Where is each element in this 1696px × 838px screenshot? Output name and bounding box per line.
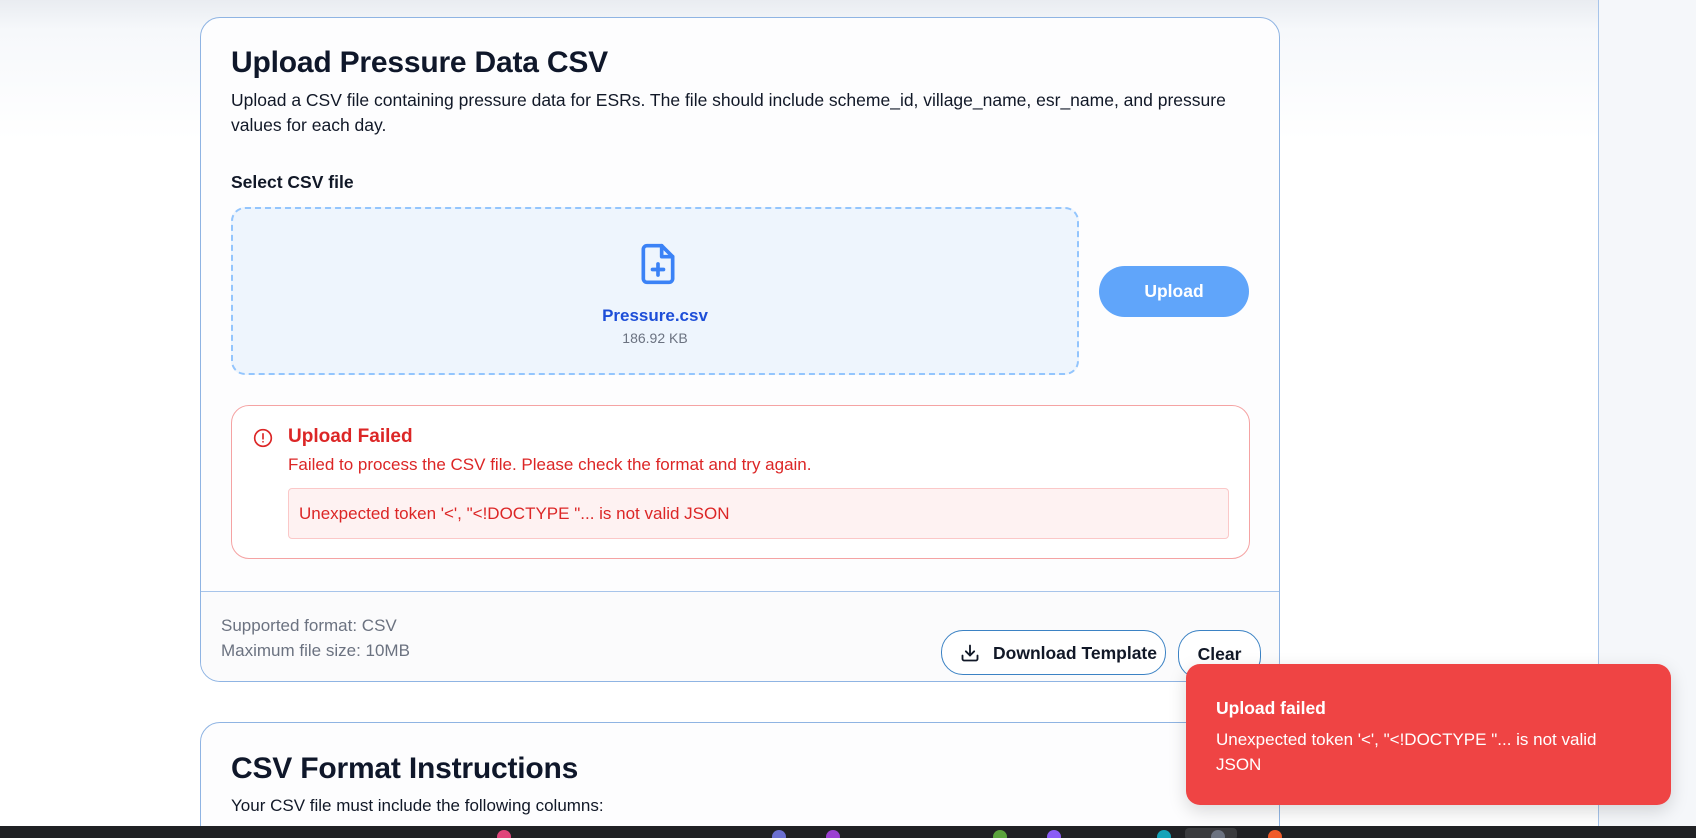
max-file-size-text: Maximum file size: 10MB bbox=[221, 641, 410, 660]
taskbar-app-icon[interactable] bbox=[497, 830, 511, 838]
taskbar-app-icon[interactable] bbox=[826, 830, 840, 838]
toast-title: Upload failed bbox=[1216, 698, 1326, 718]
upload-error-alert: Upload Failed Failed to process the CSV … bbox=[231, 405, 1250, 559]
file-dropzone[interactable]: Pressure.csv 186.92 KB bbox=[231, 207, 1079, 375]
select-file-label: Select CSV file bbox=[231, 172, 354, 192]
error-detail: Unexpected token '<', "<!DOCTYPE "... is… bbox=[288, 488, 1229, 539]
toast-message: Unexpected token '<', "<!DOCTYPE "... is… bbox=[1216, 730, 1597, 774]
taskbar-app-icon[interactable] bbox=[772, 830, 786, 838]
upload-card-title: Upload Pressure Data CSV bbox=[231, 46, 608, 79]
error-toast[interactable]: Upload failed Unexpected token '<', "<!D… bbox=[1186, 664, 1671, 805]
instructions-description: Your CSV file must include the following… bbox=[231, 796, 604, 815]
download-template-button[interactable]: Download Template bbox=[941, 630, 1166, 675]
taskbar-app-icon[interactable] bbox=[1211, 830, 1225, 838]
selected-file-size: 186.92 KB bbox=[622, 330, 688, 346]
alert-circle-icon bbox=[253, 428, 273, 448]
upload-card-footer: Supported format: CSV Maximum file size:… bbox=[201, 591, 1279, 681]
file-plus-icon bbox=[641, 243, 675, 285]
error-message: Failed to process the CSV file. Please c… bbox=[288, 455, 812, 474]
upload-card: Upload Pressure Data CSV Upload a CSV fi… bbox=[200, 17, 1280, 682]
upload-card-description: Upload a CSV file containing pressure da… bbox=[231, 90, 1226, 135]
taskbar-app-icon[interactable] bbox=[1047, 830, 1061, 838]
upload-button[interactable]: Upload bbox=[1099, 266, 1249, 317]
taskbar-app-icon[interactable] bbox=[1268, 830, 1282, 838]
taskbar bbox=[0, 826, 1696, 838]
taskbar-app-icon[interactable] bbox=[1157, 830, 1171, 838]
supported-format-text: Supported format: CSV bbox=[221, 616, 397, 635]
download-template-label: Download Template bbox=[993, 643, 1157, 663]
download-icon bbox=[961, 644, 979, 662]
instructions-title: CSV Format Instructions bbox=[231, 752, 579, 785]
error-title: Upload Failed bbox=[288, 426, 413, 447]
instructions-card: CSV Format Instructions Your CSV file mu… bbox=[200, 722, 1280, 838]
taskbar-app-icon[interactable] bbox=[993, 830, 1007, 838]
selected-file-name: Pressure.csv bbox=[602, 306, 708, 325]
